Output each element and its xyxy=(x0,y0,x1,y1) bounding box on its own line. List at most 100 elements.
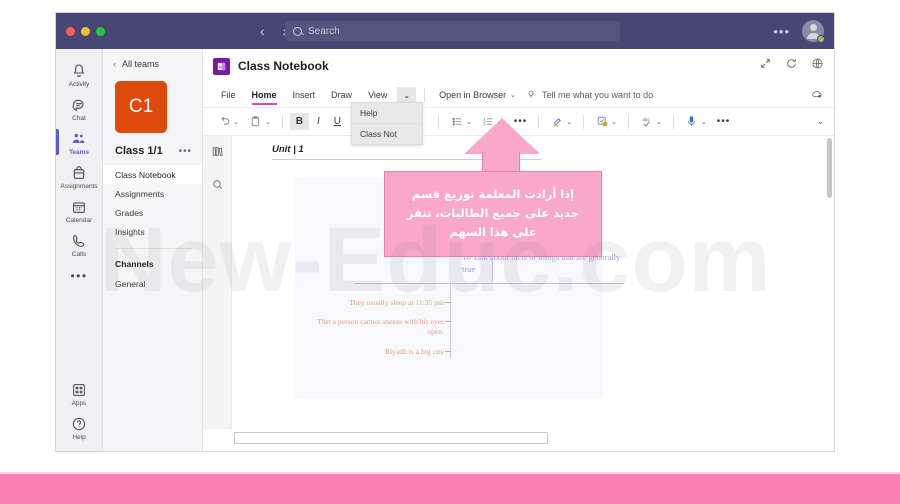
maximize-window-button[interactable] xyxy=(96,26,105,36)
titlebar-right: ••• xyxy=(773,20,825,43)
avatar[interactable] xyxy=(802,20,825,43)
highlighter-button[interactable]: ⌄ xyxy=(546,112,576,132)
collapse-ribbon-chevron-down-icon[interactable]: ⌄ xyxy=(817,117,824,126)
tag-button[interactable]: ⌄ xyxy=(591,112,621,132)
diagram-example-text: That a person cannot sneeze with his eye… xyxy=(316,317,444,337)
app-rail: Activity Chat Teams Assignments Calendar… xyxy=(56,49,103,451)
chevron-left-icon: ‹ xyxy=(113,59,116,69)
italic-button[interactable]: I xyxy=(311,113,326,130)
menu-item-class-notebook[interactable]: Class Not xyxy=(352,123,422,144)
help-icon xyxy=(71,415,88,432)
sidebar-item-chat[interactable]: Chat xyxy=(56,91,102,125)
sync-cloud-icon[interactable] xyxy=(810,88,824,102)
spellcheck-button[interactable]: abc ⌄ xyxy=(636,112,666,132)
close-window-button[interactable] xyxy=(66,26,75,36)
channel-item-general[interactable]: General xyxy=(103,274,202,293)
toolbar-separator xyxy=(672,114,674,129)
all-teams-link[interactable]: ‹ All teams xyxy=(103,57,202,79)
sidebar-item-calendar[interactable]: Calendar xyxy=(56,193,102,227)
window-controls[interactable] xyxy=(56,26,176,36)
ribbon-dropdown-menu[interactable]: Help Class Not xyxy=(351,102,423,145)
open-in-browser-label: Open in Browser xyxy=(439,90,507,100)
sidebar-item-help[interactable]: Help xyxy=(56,410,102,451)
lightbulb-icon xyxy=(526,88,536,102)
tab-home[interactable]: Home xyxy=(244,86,285,105)
dictate-button[interactable]: ⌄ xyxy=(681,112,711,132)
underline-button[interactable]: U xyxy=(328,113,347,130)
team-nav-item-class-notebook[interactable]: Class Notebook xyxy=(103,165,202,184)
open-in-browser-button[interactable]: Open in Browser ⌄ xyxy=(433,86,522,104)
teams-icon xyxy=(71,130,88,147)
sidebar-more-button[interactable]: ••• xyxy=(70,261,87,291)
team-nav-item-assignments[interactable]: Assignments xyxy=(103,184,202,203)
diagram-tick xyxy=(445,321,451,322)
apps-icon xyxy=(71,381,88,398)
spellcheck-icon: abc xyxy=(640,115,654,129)
sidebar-item-apps[interactable]: Apps xyxy=(56,376,102,410)
chevron-down-icon: ⌄ xyxy=(264,118,271,126)
bold-button[interactable]: B xyxy=(289,113,309,130)
sidebar-item-label: Activity xyxy=(68,81,90,88)
team-title-row: Class 1/1 ••• xyxy=(103,143,202,165)
toolbar-separator xyxy=(281,114,283,129)
pink-arrow-icon xyxy=(464,118,540,154)
undo-icon xyxy=(217,115,231,129)
menu-item-help[interactable]: Help xyxy=(352,103,422,123)
sidebar-item-teams[interactable]: Teams xyxy=(56,125,102,159)
sidebar-item-assignments[interactable]: Assignments xyxy=(56,159,102,193)
team-avatar[interactable]: C1 xyxy=(115,81,167,133)
notebook-rail xyxy=(203,136,232,429)
sidebar-item-calls[interactable]: Calls xyxy=(56,227,102,261)
bottom-banner xyxy=(0,474,900,504)
callout-text: إذا أرادت المعلمة توزيع قسم جديد على جمي… xyxy=(406,187,580,239)
tab-insert[interactable]: Insert xyxy=(285,86,324,104)
titlebar-more-button[interactable]: ••• xyxy=(773,24,790,39)
tag-icon xyxy=(595,115,609,129)
ribbon-overflow-chevron-down-icon[interactable]: ⌄ xyxy=(397,86,417,104)
avatar-head-icon xyxy=(809,24,817,31)
presence-available-badge xyxy=(817,35,825,43)
nav-arrows[interactable]: ‹ › xyxy=(260,23,287,39)
tell-me-label: Tell me what you want to do xyxy=(542,90,654,100)
team-name: Class 1/1 xyxy=(115,145,163,157)
diagram-example-2: That a person cannot sneeze with his eye… xyxy=(314,317,451,338)
toolbar-more-button[interactable]: ••• xyxy=(713,116,735,127)
chevron-down-icon: ⌄ xyxy=(566,118,573,126)
undo-button[interactable]: ⌄ xyxy=(213,112,243,132)
search-input[interactable]: Search xyxy=(285,21,620,41)
refresh-icon[interactable] xyxy=(785,57,798,75)
screenshot-root: New-Educ.com ‹ › Search ••• xyxy=(0,0,900,504)
window-titlebar: ‹ › Search ••• xyxy=(56,13,834,49)
bell-icon xyxy=(71,62,88,79)
diagram-tick xyxy=(445,351,451,352)
diagram-example-text: They usually sleep at 11:35 pm xyxy=(349,298,444,307)
expand-icon[interactable] xyxy=(759,57,772,75)
paste-button[interactable]: ⌄ xyxy=(245,112,275,132)
search-icon[interactable] xyxy=(211,178,224,196)
chevron-down-icon: ⌄ xyxy=(233,118,239,126)
page-title: Class Notebook xyxy=(238,59,329,73)
globe-icon[interactable] xyxy=(811,57,824,75)
onenote-header: N Class Notebook xyxy=(203,49,834,83)
diagram-tick xyxy=(445,302,451,303)
search-placeholder: Search xyxy=(308,25,340,37)
callout-tail xyxy=(492,259,493,281)
team-nav-item-insights[interactable]: Insights xyxy=(103,222,202,241)
chevron-down-icon: ⌄ xyxy=(510,92,517,99)
vertical-scrollbar[interactable] xyxy=(827,138,832,198)
all-teams-label: All teams xyxy=(122,59,160,69)
minimize-window-button[interactable] xyxy=(81,26,90,36)
tell-me-search[interactable]: Tell me what you want to do xyxy=(526,88,653,102)
back-arrow-icon[interactable]: ‹ xyxy=(260,23,265,39)
toolbar-separator xyxy=(438,114,439,129)
sidebar-item-activity[interactable]: Activity xyxy=(56,57,102,91)
search-icon xyxy=(293,26,302,36)
team-more-button[interactable]: ••• xyxy=(178,146,192,157)
team-nav-item-grades[interactable]: Grades xyxy=(103,203,202,222)
sidebar-item-label: Help xyxy=(72,434,86,441)
tab-file[interactable]: File xyxy=(213,86,244,104)
toolbar-separator xyxy=(583,114,585,129)
notebooks-icon[interactable] xyxy=(211,145,224,163)
horizontal-scrollbar[interactable] xyxy=(234,432,548,444)
diagram-example-text: Riyadh is a big city xyxy=(384,347,444,356)
